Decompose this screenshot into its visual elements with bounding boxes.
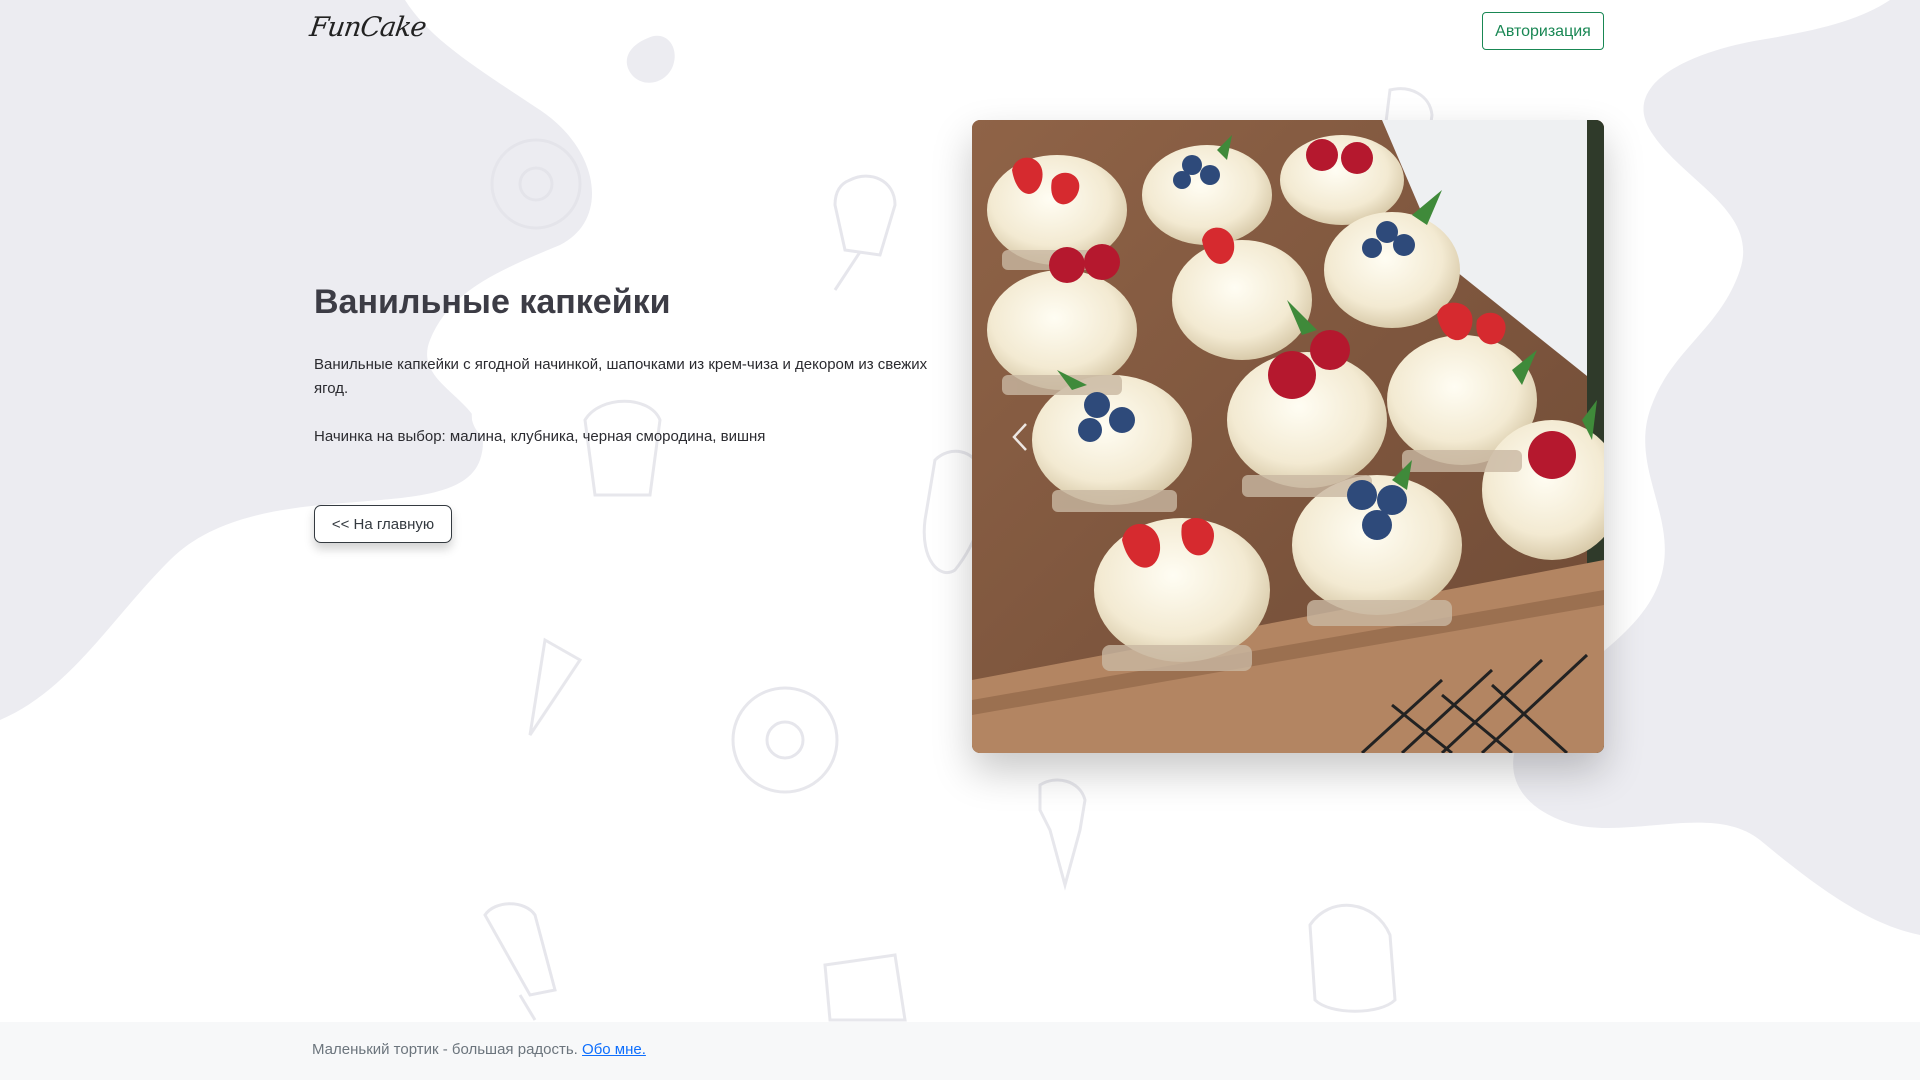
product-info: Ванильные капкейки Ванильные капкейки с … bbox=[314, 275, 944, 449]
product-carousel bbox=[972, 120, 1604, 753]
carousel-prev-button[interactable] bbox=[972, 120, 1062, 753]
logo[interactable]: FunCake bbox=[308, 12, 428, 43]
footer-tagline: Маленький тортик - большая радость. bbox=[312, 1041, 578, 1058]
back-to-home-button[interactable]: << На главную bbox=[314, 505, 452, 543]
auth-button[interactable]: Авторизация bbox=[1482, 12, 1604, 50]
product-filling: Начинка на выбор: малина, клубника, черн… bbox=[314, 428, 766, 445]
about-me-link[interactable]: Обо мне. bbox=[582, 1041, 646, 1058]
product-description: Ванильные капкейки с ягодной начинкой, ш… bbox=[314, 356, 928, 397]
footer-text: Маленький тортик - большая радость. Обо … bbox=[312, 1041, 646, 1058]
product-title: Ванильные капкейки bbox=[314, 283, 671, 321]
page: FunCake Авторизация Ванильные капкейки В… bbox=[0, 0, 1920, 1080]
chevron-left-icon bbox=[1012, 423, 1027, 451]
footer: Маленький тортик - большая радость. Обо … bbox=[0, 1022, 1920, 1080]
header: FunCake Авторизация bbox=[0, 0, 1920, 70]
cupcakes-photo bbox=[972, 120, 1604, 753]
background-doodles bbox=[483, 87, 1434, 1022]
